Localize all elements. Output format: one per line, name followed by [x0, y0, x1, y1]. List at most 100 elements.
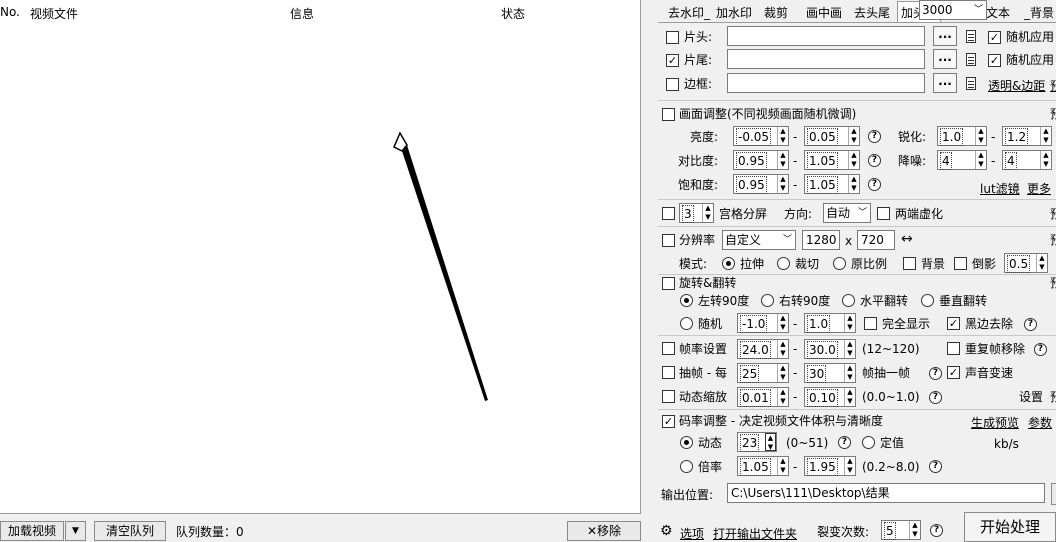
multiplier-help-icon[interactable]: ?	[929, 460, 942, 473]
column-header-status[interactable]: 状态	[501, 5, 525, 22]
full-display-checkbox[interactable]	[864, 317, 877, 330]
resolution-preview-link[interactable]: 预	[1050, 232, 1056, 248]
output-browse-button[interactable]	[1051, 483, 1056, 505]
tail-checkbox[interactable]: ✓	[666, 54, 679, 67]
head-browse-button[interactable]: ...	[933, 26, 957, 46]
rotate-flip-checkbox[interactable]	[662, 277, 675, 290]
multiplier-min-spinner[interactable]: 1.05 ▲ ▼	[737, 456, 789, 476]
tail-file-input[interactable]	[727, 49, 925, 69]
mode-crop-radio[interactable]	[777, 257, 790, 270]
load-video-button[interactable]: 加载视频	[0, 521, 64, 541]
column-header-no[interactable]: No.	[0, 5, 20, 19]
head-doc-icon[interactable]	[966, 30, 976, 43]
multiplier-max-spinner[interactable]: 1.95 ▲ ▼	[804, 456, 856, 476]
bitrate-multiplier-radio[interactable]	[680, 460, 693, 473]
tail-doc-icon[interactable]	[966, 53, 976, 66]
drop-max-spinner[interactable]: 30 ▲ ▼	[804, 363, 856, 383]
remove-black-checkbox[interactable]: ✓	[947, 317, 960, 330]
tab-remove-watermark[interactable]: 去水印_	[668, 4, 710, 21]
tab-pip[interactable]: 画中画	[806, 4, 842, 21]
swap-arrows-icon[interactable]: ↔	[901, 231, 913, 247]
tab-crop[interactable]: 裁剪	[764, 4, 788, 21]
zoom-max-spinner[interactable]: 0.10 ▲ ▼	[804, 387, 856, 407]
zoom-min-spinner[interactable]: 0.01 ▲ ▼	[737, 387, 789, 407]
brightness-max-spinner[interactable]: 0.05 ▲ ▼	[804, 126, 860, 146]
rotate-left-radio[interactable]	[680, 294, 693, 307]
direction-select[interactable]: 自动 ﹀	[823, 203, 871, 223]
mode-ratio-radio[interactable]	[833, 257, 846, 270]
framerate-help-icon[interactable]: ?	[1034, 343, 1047, 356]
grid-count-spinner[interactable]: 3 ▲ ▼	[679, 203, 714, 223]
head-random-checkbox[interactable]: ✓	[988, 31, 1001, 44]
output-path-input[interactable]: C:\Users\111\Desktop\结果	[727, 483, 1045, 503]
column-header-info[interactable]: 信息	[290, 5, 314, 22]
saturation-min-spinner[interactable]: 0.95 ▲ ▼	[733, 174, 789, 194]
framerate-checkbox[interactable]	[662, 342, 675, 355]
hflip-radio[interactable]	[842, 294, 855, 307]
frame-doc-icon[interactable]	[966, 77, 976, 90]
sharpen-min-spinner[interactable]: 1.0 ▲ ▼	[937, 126, 987, 146]
resolution-width-input[interactable]: 1280	[802, 230, 840, 250]
tab-background[interactable]: _背景	[1024, 4, 1054, 21]
split-help-icon[interactable]: ?	[930, 524, 943, 537]
contrast-help-icon[interactable]: ?	[868, 154, 881, 167]
generate-preview-link[interactable]: 生成预览	[971, 414, 1019, 431]
audio-speed-checkbox[interactable]: ✓	[947, 366, 960, 379]
drop-frame-checkbox[interactable]	[662, 366, 675, 379]
head-checkbox[interactable]	[666, 31, 679, 44]
bitrate-fixed-select[interactable]: 3000 ﹀	[919, 0, 987, 20]
frame-file-input[interactable]	[727, 73, 925, 93]
contrast-max-spinner[interactable]: 1.05 ▲ ▼	[804, 150, 860, 170]
tail-random-checkbox[interactable]: ✓	[988, 54, 1001, 67]
saturation-max-spinner[interactable]: 1.05 ▲ ▼	[804, 174, 860, 194]
picture-adjust-checkbox[interactable]	[662, 108, 675, 121]
resolution-preset-select[interactable]: 自定义 ﹀	[722, 230, 796, 250]
options-link[interactable]: 选项	[680, 525, 704, 542]
column-header-file[interactable]: 视频文件	[30, 5, 78, 22]
bitrate-checkbox[interactable]: ✓	[662, 415, 675, 428]
background-checkbox[interactable]	[903, 257, 916, 270]
frame-checkbox[interactable]	[666, 78, 679, 91]
brightness-help-icon[interactable]: ?	[868, 130, 881, 143]
split-count-spinner[interactable]: 5 ▲ ▼	[881, 520, 921, 540]
start-processing-button[interactable]: 开始处理	[964, 512, 1056, 542]
saturation-help-icon[interactable]: ?	[868, 178, 881, 191]
reflection-checkbox[interactable]	[954, 257, 967, 270]
video-queue-list[interactable]: No. 视频文件 信息 状态	[0, 0, 641, 514]
dynamic-zoom-checkbox[interactable]	[662, 390, 675, 403]
framerate-min-spinner[interactable]: 24.0 ▲ ▼	[737, 339, 789, 359]
dynamic-help-icon[interactable]: ?	[838, 436, 851, 449]
zoom-help-icon[interactable]: ?	[929, 391, 942, 404]
remove-button[interactable]: ✕移除	[567, 521, 641, 541]
load-video-dropdown-icon[interactable]: ▼	[65, 521, 86, 541]
contrast-min-spinner[interactable]: 0.95 ▲ ▼	[733, 150, 789, 170]
zoom-settings-link[interactable]: 设置	[1019, 389, 1043, 405]
bitrate-fixed-radio[interactable]	[862, 436, 875, 449]
rotate-right-radio[interactable]	[761, 294, 774, 307]
gear-icon[interactable]: ⚙	[660, 523, 673, 539]
brightness-min-spinner[interactable]: -0.05 ▲ ▼	[733, 126, 789, 146]
grid-preview-link[interactable]: 预	[1050, 206, 1056, 222]
rotate-max-spinner[interactable]: 1.0 ▲ ▼	[804, 313, 856, 333]
denoise-max-spinner[interactable]: 4 ▲ ▼	[1002, 150, 1052, 170]
params-link[interactable]: 参数	[1028, 414, 1056, 431]
zoom-preview-link[interactable]: 预	[1050, 389, 1056, 405]
blur-both-checkbox[interactable]	[877, 207, 890, 220]
picture-preview-link[interactable]: 预	[1050, 106, 1056, 122]
resolution-height-input[interactable]: 720	[857, 230, 895, 250]
sharpen-max-spinner[interactable]: 1.2 ▲ ▼	[1002, 126, 1052, 146]
clear-queue-button[interactable]: 清空队列	[94, 521, 166, 541]
rotate-preview-link[interactable]: 预	[1050, 275, 1056, 291]
rotate-help-icon[interactable]: ?	[1024, 318, 1037, 331]
tail-browse-button[interactable]: ...	[933, 49, 957, 69]
dup-frame-checkbox[interactable]	[947, 342, 960, 355]
bitrate-dynamic-spinner[interactable]: 23 ▲ ▼	[737, 432, 777, 452]
head-file-input[interactable]	[727, 26, 925, 46]
denoise-min-spinner[interactable]: 4 ▲ ▼	[937, 150, 987, 170]
bitrate-dynamic-radio[interactable]	[680, 436, 693, 449]
tab-trim[interactable]: 去头尾	[854, 4, 890, 21]
drop-min-spinner[interactable]: 25 ▲ ▼	[737, 363, 789, 383]
reflection-spinner[interactable]: 0.5 ▲ ▼	[1004, 253, 1048, 273]
drop-help-icon[interactable]: ?	[929, 367, 942, 380]
vflip-radio[interactable]	[921, 294, 934, 307]
